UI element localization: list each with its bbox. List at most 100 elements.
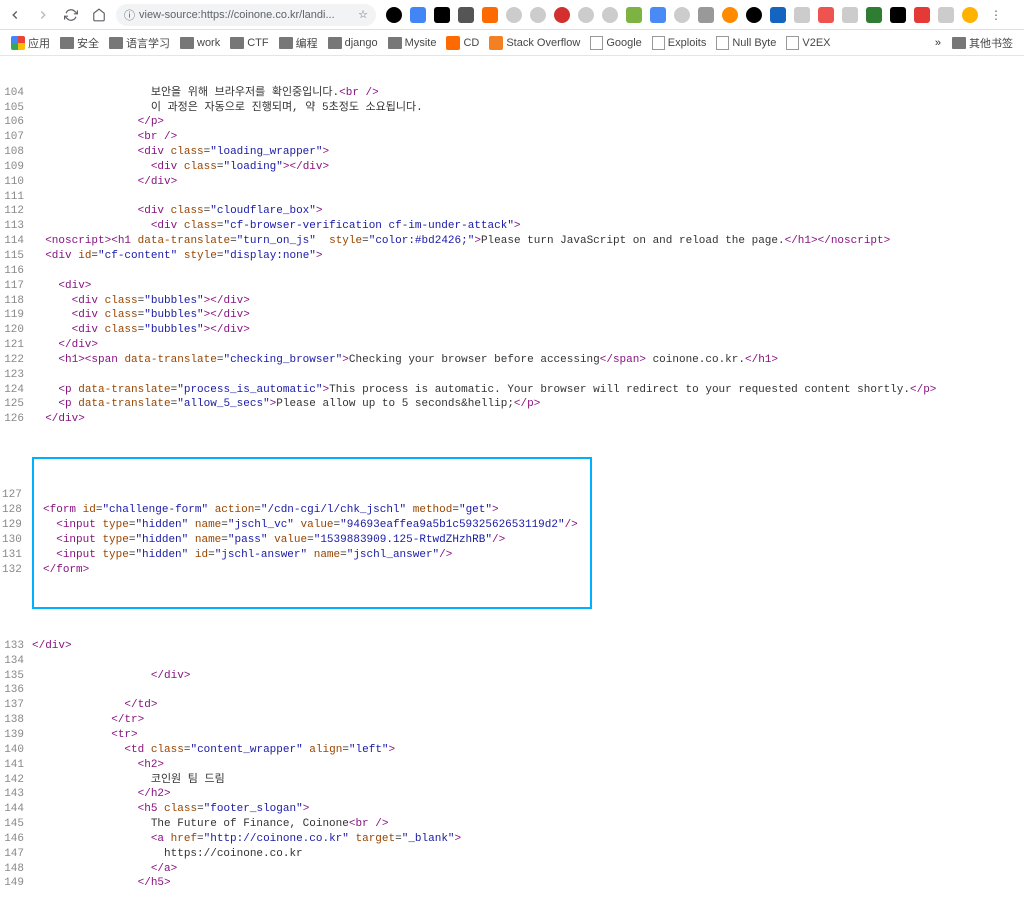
line-code[interactable]: <div> xyxy=(32,279,1024,294)
source-line[interactable]: 142 코인원 팀 드림 xyxy=(0,773,1024,788)
extension-icon[interactable] xyxy=(770,7,786,23)
extension-icon[interactable] xyxy=(410,7,426,23)
extension-icon[interactable] xyxy=(842,7,858,23)
extension-icon[interactable] xyxy=(674,7,690,23)
line-code[interactable] xyxy=(32,368,1024,383)
line-code[interactable]: </div> xyxy=(32,338,1024,353)
extension-icon[interactable] xyxy=(482,7,498,23)
source-line[interactable]: 114 <noscript><h1 data-translate="turn_o… xyxy=(0,234,1024,249)
source-line[interactable]: 149 </h5> xyxy=(0,876,1024,891)
menu-button[interactable]: ⋮ xyxy=(984,8,1008,22)
line-code[interactable]: </a> xyxy=(32,862,1024,877)
source-line[interactable]: 127 xyxy=(34,488,590,503)
line-code[interactable]: 보안을 위해 브라우저를 확인중입니다.<br /> xyxy=(32,86,1024,101)
source-line[interactable]: 139 <tr> xyxy=(0,728,1024,743)
line-code[interactable]: <div class="bubbles"></div> xyxy=(32,323,1024,338)
source-line[interactable]: 128 <form id="challenge-form" action="/c… xyxy=(34,503,590,518)
line-code[interactable]: </td> xyxy=(32,698,1024,713)
source-line[interactable]: 138 </tr> xyxy=(0,713,1024,728)
line-code[interactable]: </div> xyxy=(32,175,1024,190)
bookmark-item[interactable]: Stack Overflow xyxy=(486,33,583,53)
line-code[interactable]: The Future of Finance, Coinone<br /> xyxy=(32,817,1024,832)
line-code[interactable]: <input type="hidden" name="pass" value="… xyxy=(30,533,590,548)
source-line[interactable]: 120 <div class="bubbles"></div> xyxy=(0,323,1024,338)
source-line[interactable]: 108 <div class="loading_wrapper"> xyxy=(0,145,1024,160)
star-icon[interactable]: ☆ xyxy=(358,8,368,21)
bookmark-item[interactable]: V2EX xyxy=(783,33,833,53)
source-line[interactable]: 117 <div> xyxy=(0,279,1024,294)
line-code[interactable]: <p data-translate="allow_5_secs">Please … xyxy=(32,397,1024,412)
bookmark-item[interactable]: work xyxy=(177,33,223,53)
line-code[interactable]: <div class="cf-browser-verification cf-i… xyxy=(32,219,1024,234)
source-line[interactable]: 110 </div> xyxy=(0,175,1024,190)
line-code[interactable]: <div class="bubbles"></div> xyxy=(32,294,1024,309)
source-line[interactable]: 140 <td class="content_wrapper" align="l… xyxy=(0,743,1024,758)
line-code[interactable] xyxy=(32,683,1024,698)
source-line[interactable]: 146 <a href="http://coinone.co.kr" targe… xyxy=(0,832,1024,847)
source-line[interactable]: 137 </td> xyxy=(0,698,1024,713)
line-code[interactable]: </h5> xyxy=(32,876,1024,891)
source-line[interactable]: 141 <h2> xyxy=(0,758,1024,773)
bookmark-item[interactable]: django xyxy=(325,33,381,53)
extension-icon[interactable] xyxy=(938,7,954,23)
bookmark-item[interactable]: Google xyxy=(587,33,644,53)
source-line[interactable]: 111 xyxy=(0,190,1024,205)
source-line[interactable]: 134 xyxy=(0,654,1024,669)
line-code[interactable]: <input type="hidden" id="jschl-answer" n… xyxy=(30,548,590,563)
source-line[interactable]: 145 The Future of Finance, Coinone<br /> xyxy=(0,817,1024,832)
bookmark-item[interactable]: Null Byte xyxy=(713,33,779,53)
line-code[interactable]: 이 과정은 자동으로 진행되며, 약 5초정도 소요됩니다. xyxy=(32,101,1024,116)
line-code[interactable] xyxy=(30,488,590,503)
source-line[interactable]: 104 보안을 위해 브라우저를 확인중입니다.<br /> xyxy=(0,86,1024,101)
bookmark-item[interactable]: CTF xyxy=(227,33,271,53)
bookmark-item[interactable]: 安全 xyxy=(57,33,102,53)
source-line[interactable]: 126 </div> xyxy=(0,412,1024,427)
bookmark-item[interactable]: 编程 xyxy=(276,33,321,53)
source-line[interactable]: 116 xyxy=(0,264,1024,279)
extension-icon[interactable] xyxy=(698,7,714,23)
line-code[interactable]: <noscript><h1 data-translate="turn_on_js… xyxy=(32,234,1024,249)
extension-icon[interactable] xyxy=(386,7,402,23)
extension-icon[interactable] xyxy=(890,7,906,23)
source-line[interactable]: 123 xyxy=(0,368,1024,383)
source-line[interactable]: 144 <h5 class="footer_slogan"> xyxy=(0,802,1024,817)
line-code[interactable]: <form id="challenge-form" action="/cdn-c… xyxy=(30,503,590,518)
extension-icon[interactable] xyxy=(602,7,618,23)
line-code[interactable]: </form> xyxy=(30,563,590,578)
source-line[interactable]: 147 https://coinone.co.kr xyxy=(0,847,1024,862)
line-code[interactable]: <div class="loading"></div> xyxy=(32,160,1024,175)
source-line[interactable]: 112 <div class="cloudflare_box"> xyxy=(0,204,1024,219)
line-code[interactable] xyxy=(32,190,1024,205)
apps-button[interactable]: 应用 xyxy=(8,33,53,53)
source-line[interactable]: 121 </div> xyxy=(0,338,1024,353)
source-line[interactable]: 124 <p data-translate="process_is_automa… xyxy=(0,383,1024,398)
source-line[interactable]: 118 <div class="bubbles"></div> xyxy=(0,294,1024,309)
line-code[interactable]: 코인원 팀 드림 xyxy=(32,773,1024,788)
bookmark-item[interactable]: Mysite xyxy=(385,33,440,53)
bookmark-item[interactable]: 语言学习 xyxy=(106,33,173,53)
extension-icon[interactable] xyxy=(650,7,666,23)
line-code[interactable]: <input type="hidden" name="jschl_vc" val… xyxy=(30,518,590,533)
source-line[interactable]: 122 <h1><span data-translate="checking_b… xyxy=(0,353,1024,368)
extension-icon[interactable] xyxy=(914,7,930,23)
line-code[interactable]: </div> xyxy=(32,639,1024,654)
source-line[interactable]: 131 <input type="hidden" id="jschl-answe… xyxy=(34,548,590,563)
back-button[interactable] xyxy=(4,4,26,26)
source-line[interactable]: 107 <br /> xyxy=(0,130,1024,145)
line-code[interactable]: </div> xyxy=(32,412,1024,427)
address-bar[interactable]: ⓘ view-source:https://coinone.co.kr/land… xyxy=(116,4,376,26)
line-code[interactable]: <h2> xyxy=(32,758,1024,773)
extension-icon[interactable] xyxy=(746,7,762,23)
source-line[interactable]: 106 </p> xyxy=(0,115,1024,130)
source-line[interactable]: 143 </h2> xyxy=(0,787,1024,802)
source-line[interactable]: 132 </form> xyxy=(34,563,590,578)
extension-icon[interactable] xyxy=(794,7,810,23)
line-code[interactable]: <div class="cloudflare_box"> xyxy=(32,204,1024,219)
source-line[interactable]: 148 </a> xyxy=(0,862,1024,877)
reload-button[interactable] xyxy=(60,4,82,26)
line-code[interactable]: <div class="loading_wrapper"> xyxy=(32,145,1024,160)
line-code[interactable]: </h2> xyxy=(32,787,1024,802)
extension-icon[interactable] xyxy=(506,7,522,23)
line-code[interactable]: https://coinone.co.kr xyxy=(32,847,1024,862)
bookmarks-overflow[interactable]: » xyxy=(931,37,945,49)
